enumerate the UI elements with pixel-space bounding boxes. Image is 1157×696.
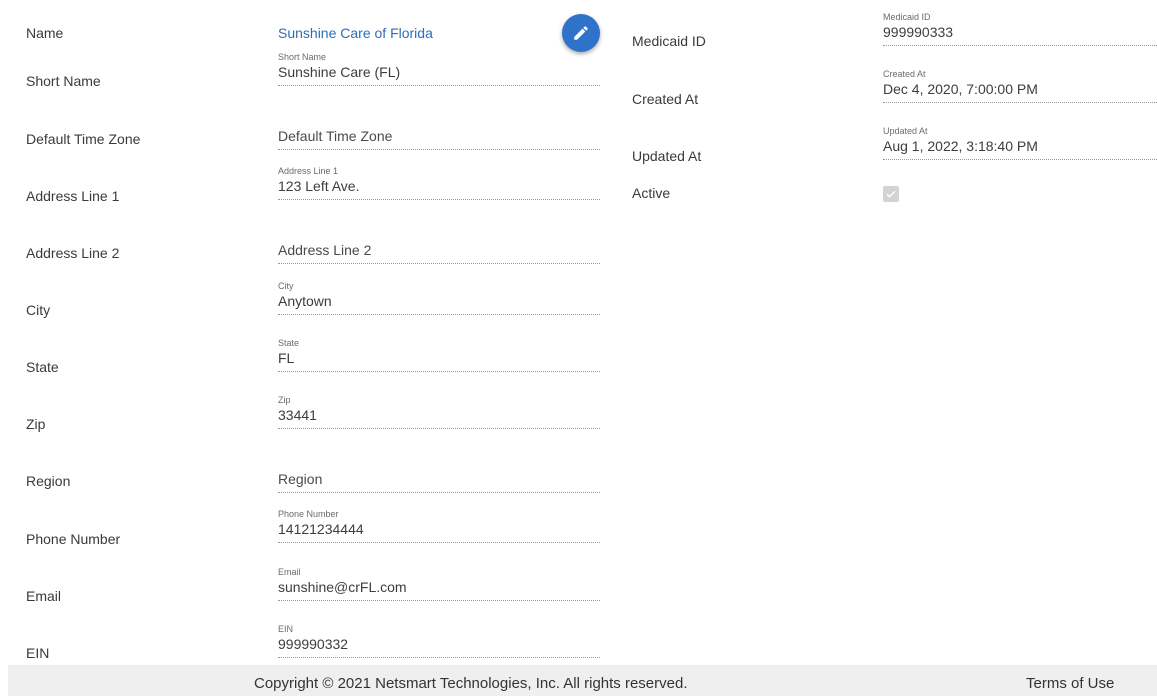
- ein-input[interactable]: 999990332: [278, 635, 600, 658]
- default-time-zone-input[interactable]: Default Time Zone: [278, 127, 600, 150]
- city-float-label: City: [278, 281, 294, 291]
- copyright-text: Copyright © 2021 Netsmart Technologies, …: [254, 675, 688, 692]
- short-name-input[interactable]: Sunshine Care (FL): [278, 63, 600, 86]
- updated-at-label: Updated At: [632, 148, 702, 164]
- email-field[interactable]: Email sunshine@crFL.com: [278, 567, 600, 601]
- phone-number-label: Phone Number: [26, 531, 121, 547]
- city-input[interactable]: Anytown: [278, 292, 600, 315]
- checkmark-icon: [886, 190, 896, 198]
- active-label: Active: [632, 185, 671, 201]
- pencil-icon: [574, 26, 588, 40]
- ein-float-label: EIN: [278, 624, 294, 634]
- address-line-1-field[interactable]: Address Line 1 123 Left Ave.: [278, 166, 600, 200]
- updated-at-field: Updated At Aug 1, 2022, 3:18:40 PM: [883, 126, 1157, 160]
- address-line-2-label: Address Line 2: [26, 245, 120, 261]
- zip-field[interactable]: Zip 33441: [278, 395, 600, 429]
- medicaid-id-label: Medicaid ID: [632, 33, 706, 49]
- terms-of-use-link[interactable]: Terms of Use: [1026, 675, 1114, 692]
- organization-name-link[interactable]: Sunshine Care of Florida: [278, 25, 433, 41]
- medicaid-id-field[interactable]: Medicaid ID 999990333: [883, 12, 1157, 46]
- short-name-float-label: Short Name: [278, 52, 327, 62]
- address-line-1-label: Address Line 1: [26, 188, 120, 204]
- region-field[interactable]: Region: [278, 470, 600, 493]
- zip-float-label: Zip: [278, 395, 291, 405]
- default-time-zone-label: Default Time Zone: [26, 131, 141, 147]
- region-label: Region: [26, 473, 71, 489]
- name-label: Name: [26, 25, 64, 41]
- medicaid-id-input[interactable]: 999990333: [883, 23, 1157, 46]
- state-float-label: State: [278, 338, 300, 348]
- updated-at-float-label: Updated At: [883, 126, 928, 136]
- email-label: Email: [26, 588, 62, 604]
- address-line-2-input[interactable]: Address Line 2: [278, 241, 600, 264]
- state-field[interactable]: State FL: [278, 338, 600, 372]
- ein-field[interactable]: EIN 999990332: [278, 624, 600, 658]
- state-input[interactable]: FL: [278, 349, 600, 372]
- phone-number-input[interactable]: 14121234444: [278, 520, 600, 543]
- created-at-float-label: Created At: [883, 69, 926, 79]
- default-time-zone-field[interactable]: Default Time Zone: [278, 127, 600, 150]
- phone-number-field[interactable]: Phone Number 14121234444: [278, 509, 600, 543]
- address-line-1-float-label: Address Line 1: [278, 166, 339, 176]
- address-line-2-field[interactable]: Address Line 2: [278, 241, 600, 264]
- ein-label: EIN: [26, 645, 50, 661]
- updated-at-input: Aug 1, 2022, 3:18:40 PM: [883, 137, 1157, 160]
- short-name-label: Short Name: [26, 73, 101, 89]
- created-at-field: Created At Dec 4, 2020, 7:00:00 PM: [883, 69, 1157, 103]
- zip-label: Zip: [26, 416, 46, 432]
- medicaid-id-float-label: Medicaid ID: [883, 12, 931, 22]
- address-line-1-input[interactable]: 123 Left Ave.: [278, 177, 600, 200]
- state-label: State: [26, 359, 59, 375]
- created-at-label: Created At: [632, 91, 699, 107]
- region-input[interactable]: Region: [278, 470, 600, 493]
- city-label: City: [26, 302, 51, 318]
- active-checkbox[interactable]: [883, 186, 899, 202]
- email-float-label: Email: [278, 567, 301, 577]
- created-at-input: Dec 4, 2020, 7:00:00 PM: [883, 80, 1157, 103]
- phone-number-float-label: Phone Number: [278, 509, 339, 519]
- email-input[interactable]: sunshine@crFL.com: [278, 578, 600, 601]
- edit-button[interactable]: [562, 14, 600, 52]
- footer: Copyright © 2021 Netsmart Technologies, …: [8, 665, 1157, 696]
- city-field[interactable]: City Anytown: [278, 281, 600, 315]
- zip-input[interactable]: 33441: [278, 406, 600, 429]
- short-name-field[interactable]: Short Name Sunshine Care (FL): [278, 52, 600, 86]
